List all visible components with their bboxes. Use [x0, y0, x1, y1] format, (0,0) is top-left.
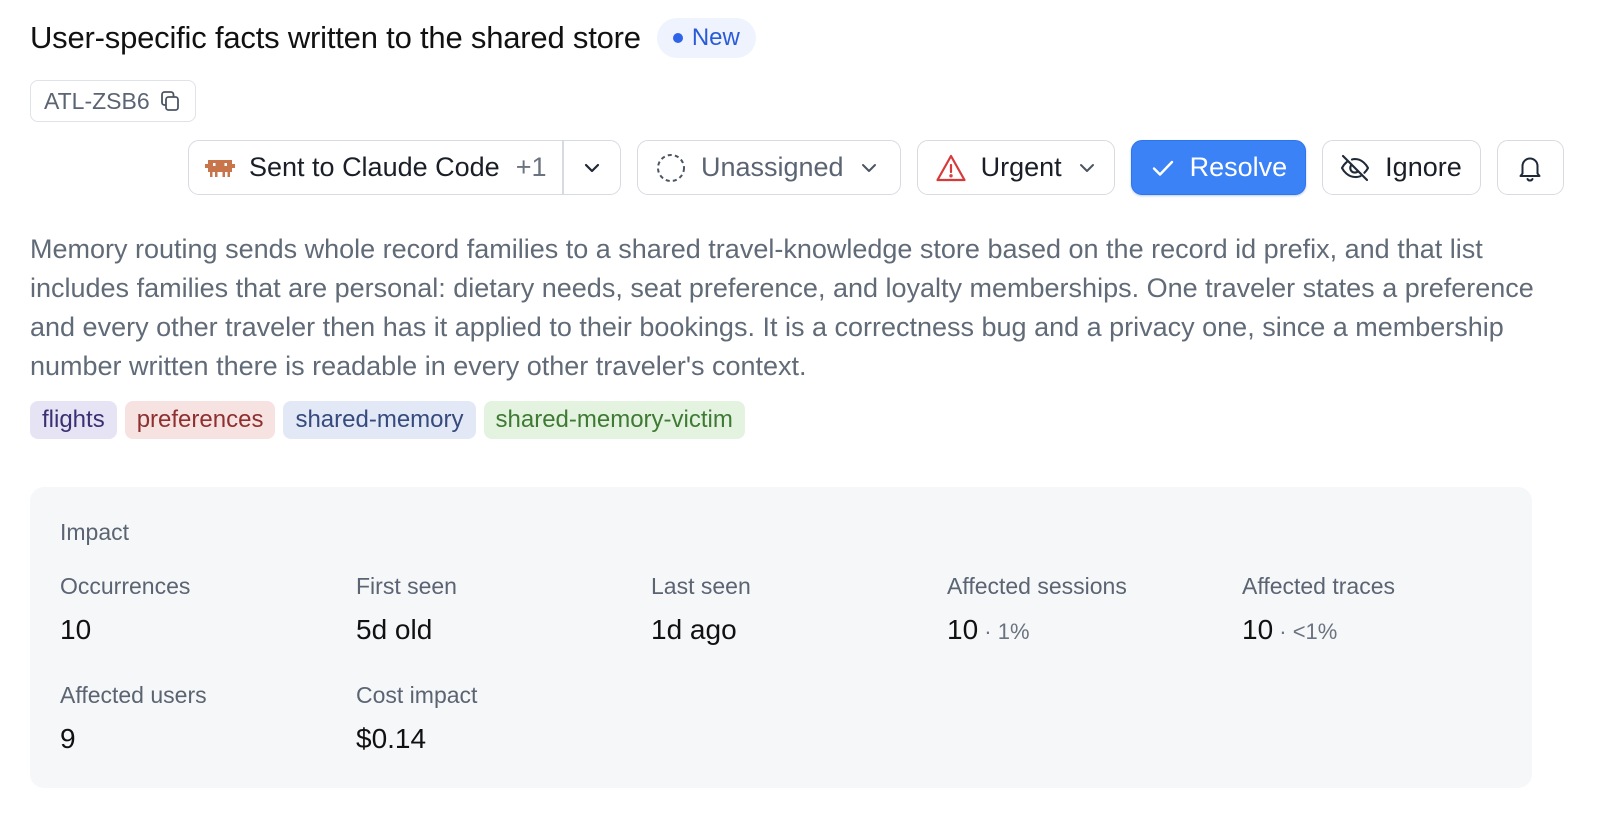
- metric-label: First seen: [356, 573, 457, 599]
- metric-cost-impact: Cost impact $0.14: [356, 682, 636, 755]
- metric-number: 10: [60, 614, 92, 645]
- metric-label: Affected sessions: [947, 573, 1127, 599]
- metric-label: Last seen: [651, 573, 751, 599]
- tag-shared-memory-victim[interactable]: shared-memory-victim: [483, 401, 745, 439]
- priority-select[interactable]: Urgent: [916, 140, 1115, 195]
- title-row: User-specific facts written to the share…: [30, 18, 756, 58]
- metric-label: Affected users: [60, 682, 207, 708]
- metric-value: 1d ago: [651, 614, 931, 646]
- metric-last-seen: Last seen 1d ago: [651, 573, 931, 646]
- assignee-select[interactable]: Unassigned: [636, 140, 901, 195]
- assignee-label: Unassigned: [700, 152, 844, 182]
- metric-number: 9: [60, 723, 76, 754]
- metric-affected-sessions: Affected sessions 10 · 1%: [947, 573, 1227, 646]
- status-badge: New: [656, 18, 756, 58]
- resolve-button[interactable]: Resolve: [1130, 140, 1307, 195]
- integration-button[interactable]: Sent to Claude Code +1: [189, 141, 562, 194]
- status-badge-label: New: [691, 24, 740, 51]
- issue-id-chip[interactable]: ATL-ZSB6: [30, 80, 196, 122]
- integration-split-button: Sent to Claude Code +1: [188, 140, 621, 195]
- integration-label: Sent to Claude Code: [249, 152, 500, 182]
- bell-icon: [1515, 153, 1545, 183]
- impact-title: Impact: [60, 519, 130, 545]
- issue-id-label: ATL-ZSB6: [44, 87, 150, 114]
- tag-preferences[interactable]: preferences: [124, 401, 276, 439]
- chevron-down-icon: [581, 157, 603, 179]
- metric-first-seen: First seen 5d old: [356, 573, 636, 646]
- resolve-label: Resolve: [1189, 152, 1288, 182]
- metric-percentage: · <1%: [1273, 619, 1338, 644]
- priority-label: Urgent: [980, 152, 1062, 182]
- issue-title: User-specific facts written to the share…: [30, 20, 641, 55]
- metric-value: 10 · <1%: [1242, 614, 1522, 646]
- metric-number: 5d old: [356, 614, 433, 645]
- metric-number: 10: [1242, 614, 1274, 645]
- claude-code-icon: [205, 157, 235, 179]
- ignore-button[interactable]: Ignore: [1322, 140, 1481, 195]
- metric-occurrences: Occurrences 10: [60, 573, 340, 646]
- metric-affected-users: Affected users 9: [60, 682, 340, 755]
- chevron-down-icon: [858, 157, 880, 179]
- chevron-down-icon: [1076, 157, 1098, 179]
- dashed-circle-icon: [655, 152, 687, 184]
- metric-label: Occurrences: [60, 573, 191, 599]
- ignore-label: Ignore: [1385, 152, 1462, 182]
- metric-value: 10: [60, 614, 340, 646]
- metric-number: $0.14: [356, 723, 427, 754]
- integration-extra-count: +1: [515, 152, 547, 182]
- metric-label: Affected traces: [1242, 573, 1395, 599]
- tag-flights[interactable]: flights: [30, 401, 117, 439]
- metric-value: 9: [60, 723, 340, 755]
- tag-list: flights preferences shared-memory shared-me…: [30, 401, 745, 439]
- copy-icon[interactable]: [158, 89, 182, 113]
- metric-number: 10: [947, 614, 979, 645]
- subscribe-button[interactable]: [1496, 140, 1564, 195]
- metric-value: $0.14: [356, 723, 636, 755]
- metric-affected-traces: Affected traces 10 · <1%: [1242, 573, 1522, 646]
- metric-percentage: · 1%: [978, 619, 1030, 644]
- metric-label: Cost impact: [356, 682, 478, 708]
- impact-panel: Impact Occurrences 10 First seen 5d old …: [30, 487, 1532, 788]
- action-toolbar: Sent to Claude Code +1 Unassigned Urgent: [188, 140, 1564, 195]
- metric-value: 5d old: [356, 614, 636, 646]
- metric-value: 10 · 1%: [947, 614, 1227, 646]
- metric-number: 1d ago: [651, 614, 737, 645]
- eye-off-icon: [1339, 152, 1371, 184]
- status-dot-icon: [672, 33, 683, 43]
- issue-description: Memory routing sends whole record famili…: [30, 234, 1534, 381]
- check-icon: [1150, 155, 1176, 181]
- integration-dropdown-button[interactable]: [564, 141, 620, 194]
- tag-shared-memory[interactable]: shared-memory: [283, 401, 476, 439]
- warning-triangle-icon: [935, 153, 967, 183]
